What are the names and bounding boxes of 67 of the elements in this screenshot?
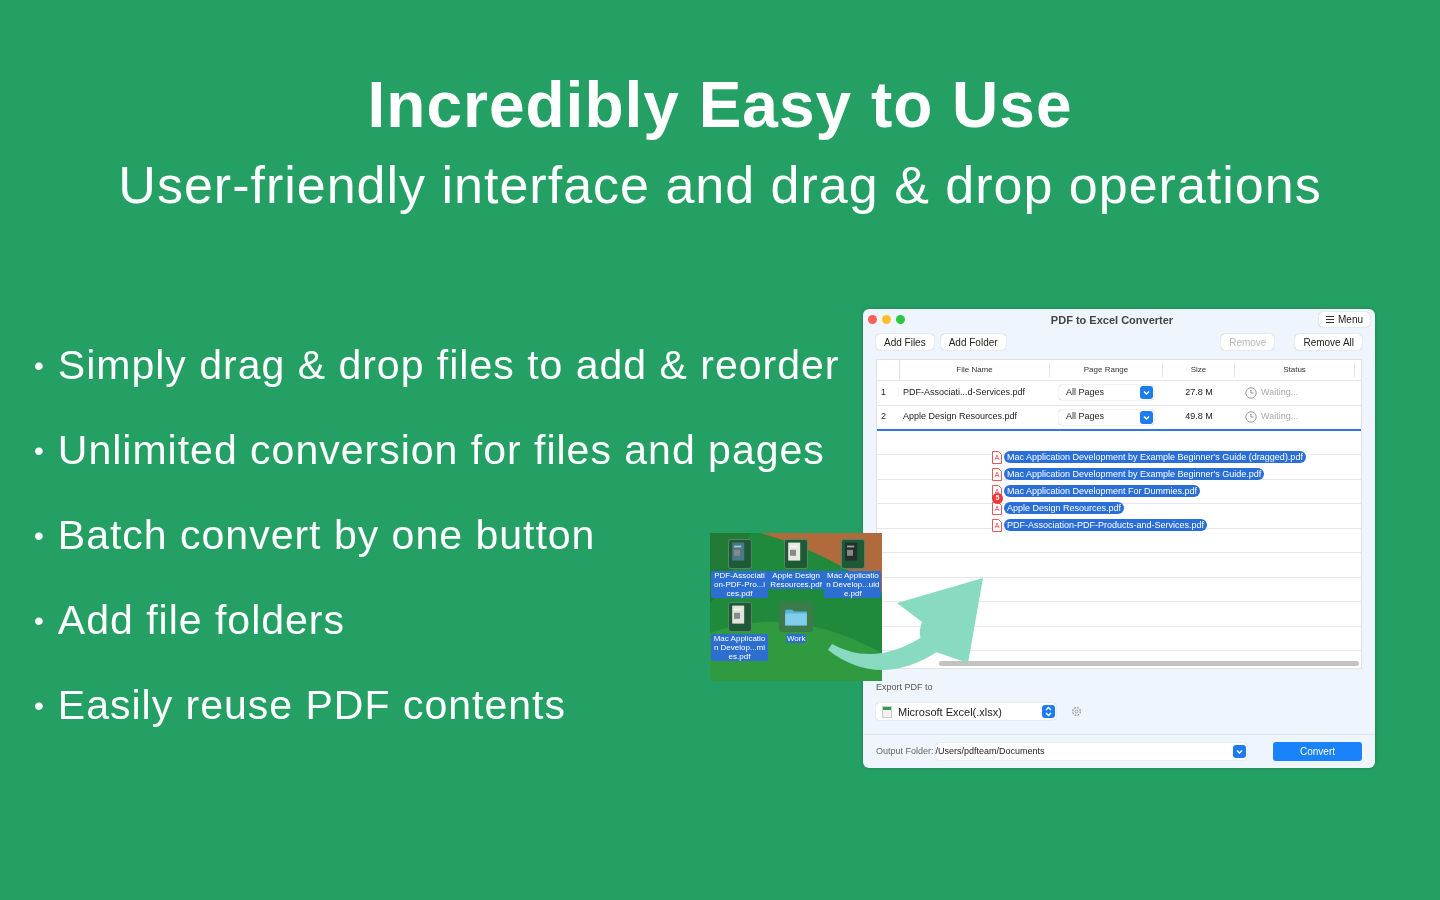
scrollbar[interactable]: [939, 660, 1359, 666]
pdf-file-icon: [992, 450, 1002, 464]
bullet-mark: •: [34, 348, 44, 383]
bullet-mark: •: [34, 433, 44, 468]
bullet-mark: •: [34, 518, 44, 553]
file-name-cell-text: Apple Design Resources.pdf: [902, 410, 1019, 424]
settings-icon[interactable]: [1071, 706, 1082, 718]
file-label: PDF-Association-PDF-Pro...ices.pdf: [711, 571, 768, 598]
window-title: PDF to Excel Converter: [1049, 312, 1175, 328]
chevron-down-icon: [1232, 745, 1246, 759]
bullet-mark: •: [34, 603, 44, 638]
export-label: Export PDF to: [876, 680, 934, 694]
output-folder-label: Output Folder:: [876, 744, 934, 758]
headline: Incredibly Easy to Use: [367, 68, 1073, 143]
menu-icon: [1326, 316, 1334, 324]
close-icon[interactable]: [868, 315, 877, 325]
page-range-select[interactable]: All Pages: [1059, 409, 1154, 425]
format-select[interactable]: Microsoft Excel(.xlsx): [876, 703, 1056, 721]
folder-icon[interactable]: [779, 602, 814, 632]
row-number: 2: [880, 410, 887, 424]
clock-icon: [1245, 411, 1257, 424]
subheadline: User-friendly interface and drag & drop operations: [118, 155, 1322, 216]
pdf-file-icon: [992, 518, 1002, 532]
file-label: Apple Design Resources.pdf: [767, 571, 825, 589]
dragged-file-label: Mac Application Development by Example Beginner's Guide (dragged).pdf: [1004, 451, 1306, 464]
size-cell-text: 27.8 M: [1184, 386, 1214, 399]
zoom-icon[interactable]: [896, 315, 905, 325]
file-label: Mac Application Develop...mies.pdf: [711, 634, 768, 661]
document-thumbnail-icon[interactable]: [784, 539, 809, 569]
minimize-icon[interactable]: [882, 315, 891, 325]
document-thumbnail-icon[interactable]: [727, 602, 752, 632]
column-header[interactable]: Status: [1235, 362, 1355, 377]
dragged-file-label: PDF-Association-PDF-Products-and-Services.pdf: [1004, 519, 1208, 532]
toolbar-button[interactable]: Remove All: [1295, 334, 1362, 351]
output-folder-field[interactable]: /Users/pdfteam/Documents: [935, 743, 1247, 761]
file-name-cell-text: PDF-Associati...d-Services.pdf: [902, 386, 1027, 399]
dragged-file-label: Apple Design Resources.pdf: [1004, 502, 1125, 515]
column-header[interactable]: Size: [1163, 362, 1235, 377]
feature-text: Simply drag & drop files to add & reorder: [57, 340, 840, 390]
size-cell-text: 49.8 M: [1184, 410, 1214, 424]
dragged-file-label: Mac Application Development by Example Beginner's Guide.pdf: [1004, 468, 1265, 481]
file-label: Work: [785, 634, 807, 643]
toolbar-button[interactable]: Add Files: [876, 334, 934, 351]
chevron-down-icon: [1140, 410, 1153, 424]
status-text: Waiting...: [1261, 386, 1299, 399]
convert-button[interactable]: Convert: [1273, 742, 1362, 762]
row-number: 1: [880, 386, 887, 399]
feature-text: Add file folders: [57, 595, 346, 645]
spreadsheet-icon: [882, 705, 892, 718]
page-range-select[interactable]: All Pages: [1059, 385, 1154, 401]
toolbar-button[interactable]: Add Folder: [940, 334, 1006, 351]
chevron-down-icon: [1140, 386, 1153, 400]
column-header[interactable]: File Name: [900, 362, 1050, 377]
document-thumbnail-icon[interactable]: [727, 539, 752, 569]
column-header[interactable]: Page Range: [1050, 362, 1163, 377]
clock-icon: [1245, 386, 1257, 399]
feature-text: Batch convert by one button: [57, 510, 596, 560]
pdf-file-icon: [992, 467, 1002, 481]
dragged-file-label: Mac Application Development For Dummies.pdf: [1004, 485, 1201, 498]
up-down-icon: [1042, 705, 1055, 719]
bullet-mark: •: [34, 688, 44, 723]
document-thumbnail-icon[interactable]: [840, 539, 865, 569]
feature-text: Easily reuse PDF contents: [57, 680, 566, 730]
menu-button[interactable]: Menu: [1319, 312, 1370, 328]
feature-text: Unlimited conversion for files and pages: [57, 425, 825, 475]
file-label: Mac Application Develop...uide.pdf: [824, 571, 882, 598]
status-text: Waiting...: [1261, 410, 1299, 424]
